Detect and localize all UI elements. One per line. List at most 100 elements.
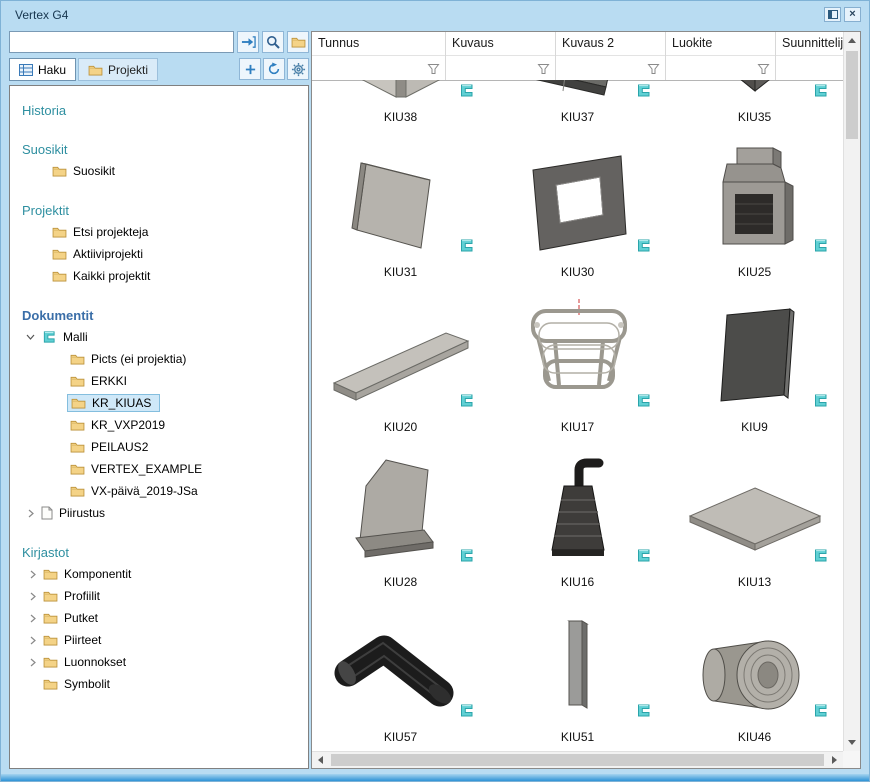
item-id: KIU31: [384, 265, 417, 279]
grid-item-kiu28[interactable]: KIU28: [312, 440, 489, 595]
filter-button[interactable]: [426, 62, 441, 76]
open-folder-button[interactable]: [287, 31, 309, 53]
chevron-right-icon[interactable]: [26, 509, 35, 518]
tree-item-kaikki-projektit[interactable]: Kaikki projektit: [10, 265, 308, 287]
section-title-suosikit[interactable]: Suosikit: [10, 139, 308, 160]
vertical-scrollbar[interactable]: [843, 32, 860, 751]
grid-item-kiu20[interactable]: KIU20: [312, 285, 489, 440]
tree-item-vx-paiva[interactable]: VX-päivä_2019-JSa: [10, 480, 308, 502]
tree-item-suosikit[interactable]: Suosikit: [10, 160, 308, 182]
folder-icon: [70, 485, 85, 497]
grid-item-kiu13[interactable]: KIU13: [666, 440, 843, 595]
item-id: KIU35: [738, 110, 771, 124]
chevron-right-icon[interactable]: [28, 570, 37, 579]
drawing-page-icon: [41, 506, 53, 520]
component-icon: [458, 83, 475, 98]
grid-item-kiu46[interactable]: KIU46: [666, 595, 843, 750]
tab-haku-label: Haku: [38, 63, 66, 77]
thumbnail-kiu25: [680, 142, 830, 260]
tree-item-profiilit[interactable]: Profiilit: [10, 585, 308, 607]
tree-item-aktiiviprojekti[interactable]: Aktiiviprojekti: [10, 243, 308, 265]
titlebar[interactable]: Vertex G4 ×: [1, 1, 869, 29]
thumbnail-kiu28: [326, 452, 476, 570]
grid-item-kiu30[interactable]: KIU30: [489, 130, 666, 285]
vertical-scroll-thumb[interactable]: [846, 51, 858, 139]
tree-item-vertex-example[interactable]: VERTEX_EXAMPLE: [10, 458, 308, 480]
right-arrow-icon: [832, 756, 837, 764]
tree-item-label: ERKKI: [91, 374, 127, 388]
tree-item-kr-vxp2019[interactable]: KR_VXP2019: [10, 414, 308, 436]
search-button[interactable]: [262, 31, 284, 53]
tree-item-etsi-projekteja[interactable]: Etsi projekteja: [10, 221, 308, 243]
tree-item-kr-kiuas[interactable]: KR_KIUAS: [10, 392, 308, 414]
sidebar-tabs: Haku Projekti: [9, 58, 309, 81]
item-id: KIU25: [738, 265, 771, 279]
scroll-right-button[interactable]: [826, 752, 843, 768]
item-id: KIU38: [384, 110, 417, 124]
tree-item-peilaus2[interactable]: PEILAUS2: [10, 436, 308, 458]
column-header-tunnus[interactable]: Tunnus: [312, 32, 446, 80]
column-header-kuvaus[interactable]: Kuvaus: [446, 32, 556, 80]
filter-button[interactable]: [536, 62, 551, 76]
column-header-suunnittelija[interactable]: Suunnittelij: [776, 32, 843, 80]
tree-item-label: Picts (ei projektia): [91, 352, 186, 366]
horizontal-scrollbar[interactable]: [312, 751, 843, 768]
grid-item-kiu17[interactable]: KIU17: [489, 285, 666, 440]
filter-button[interactable]: [756, 62, 771, 76]
scrollbar-corner: [843, 751, 860, 768]
grid-item-kiu35[interactable]: KIU35: [666, 80, 843, 130]
chevron-right-icon[interactable]: [28, 614, 37, 623]
grid-header: Tunnus Kuvaus Kuvaus 2 Luokite: [312, 32, 843, 81]
scroll-up-button[interactable]: [844, 32, 860, 49]
grid-item-kiu37[interactable]: KIU37: [489, 80, 666, 130]
grid-item-kiu51[interactable]: KIU51: [489, 595, 666, 750]
grid-item-kiu57[interactable]: KIU57: [312, 595, 489, 750]
grid-item-kiu16[interactable]: KIU16: [489, 440, 666, 595]
scroll-left-button[interactable]: [312, 752, 329, 768]
tree-item-symbolit[interactable]: Symbolit: [10, 673, 308, 695]
horizontal-scroll-thumb[interactable]: [331, 754, 824, 766]
go-button[interactable]: [237, 31, 259, 53]
component-icon: [458, 548, 475, 563]
tree-item-label: KR_KIUAS: [92, 396, 151, 410]
search-input[interactable]: [9, 31, 234, 53]
selected-tree-item: KR_KIUAS: [67, 394, 160, 412]
section-title-dokumentit[interactable]: Dokumentit: [10, 305, 308, 326]
tree-item-picts[interactable]: Picts (ei projektia): [10, 348, 308, 370]
tree-item-putket[interactable]: Putket: [10, 607, 308, 629]
grid-item-kiu31[interactable]: KIU31: [312, 130, 489, 285]
tree-item-erkki[interactable]: ERKKI: [10, 370, 308, 392]
grid-item-kiu38[interactable]: KIU38: [312, 80, 489, 130]
thumbnail-kiu20: [326, 297, 476, 415]
tree-item-luonnokset[interactable]: Luonnokset: [10, 651, 308, 673]
grid-item-kiu9[interactable]: KIU9: [666, 285, 843, 440]
tab-projekti[interactable]: Projekti: [78, 58, 158, 81]
close-button[interactable]: ×: [844, 7, 861, 22]
scroll-down-button[interactable]: [844, 734, 860, 751]
refresh-button[interactable]: [263, 58, 285, 80]
tree-item-komponentit[interactable]: Komponentit: [10, 563, 308, 585]
chevron-down-icon[interactable]: [26, 334, 35, 340]
item-id: KIU17: [561, 420, 594, 434]
section-title-kirjastot[interactable]: Kirjastot: [10, 542, 308, 563]
window-title: Vertex G4: [15, 8, 68, 22]
window-bottom-edge: [1, 774, 869, 781]
folder-icon: [52, 226, 67, 238]
settings-button[interactable]: [287, 58, 309, 80]
tab-haku[interactable]: Haku: [9, 58, 76, 81]
chevron-right-icon[interactable]: [28, 636, 37, 645]
tree-item-malli[interactable]: Malli: [10, 326, 308, 348]
float-window-button[interactable]: [824, 7, 841, 22]
item-id: KIU28: [384, 575, 417, 589]
chevron-right-icon[interactable]: [28, 658, 37, 667]
chevron-right-icon[interactable]: [28, 592, 37, 601]
column-header-kuvaus2[interactable]: Kuvaus 2: [556, 32, 666, 80]
filter-button[interactable]: [646, 62, 661, 76]
grid-item-kiu25[interactable]: KIU25: [666, 130, 843, 285]
tree-item-piirteet[interactable]: Piirteet: [10, 629, 308, 651]
nav-historia[interactable]: Historia: [10, 100, 308, 121]
section-title-projektit[interactable]: Projektit: [10, 200, 308, 221]
tree-item-piirustus[interactable]: Piirustus: [10, 502, 308, 524]
add-button[interactable]: [239, 58, 261, 80]
column-header-luokite[interactable]: Luokite: [666, 32, 776, 80]
